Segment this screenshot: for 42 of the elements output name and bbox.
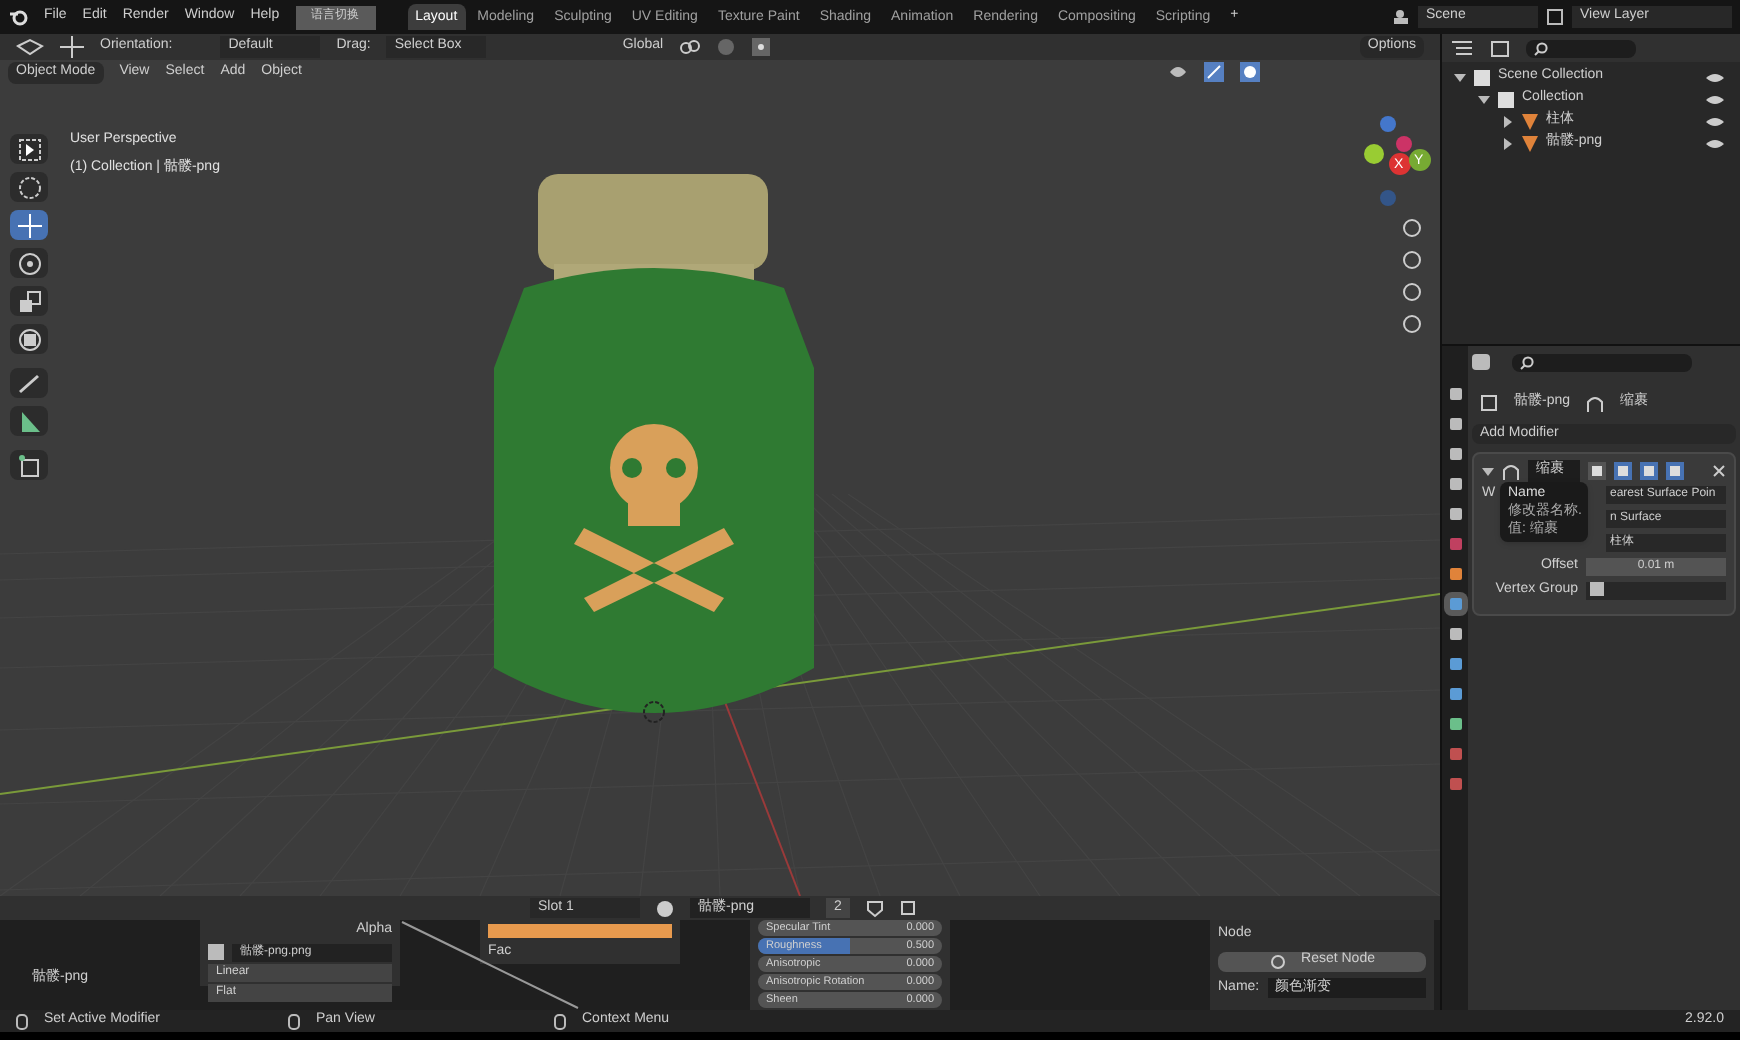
proportional-icon <box>751 38 770 56</box>
search-field[interactable] <box>1526 39 1636 57</box>
add-cube-tool-button[interactable] <box>10 450 48 480</box>
cursor-tool-button[interactable] <box>10 172 48 202</box>
annotate-tool-button[interactable] <box>10 368 48 398</box>
transform-pivot-icon <box>16 38 44 56</box>
transform-tool-button[interactable] <box>10 324 48 354</box>
mouse-icon <box>16 1013 28 1029</box>
select-tool-button[interactable] <box>10 134 48 164</box>
scale-tool-button[interactable] <box>10 286 48 316</box>
cube-icon <box>15 451 43 479</box>
move-tool-button[interactable] <box>10 210 48 240</box>
gizmo-toggle-icon <box>1204 62 1224 82</box>
search-field[interactable] <box>1512 353 1692 371</box>
rotate-tool-button[interactable] <box>10 248 48 278</box>
transform-icon <box>15 325 43 353</box>
move-arrows-icon <box>15 211 43 239</box>
blender-logo-icon <box>8 7 28 27</box>
search-icon <box>1534 41 1548 55</box>
scale-icon <box>15 287 43 315</box>
cursor-icon <box>15 173 43 201</box>
modifier-tab[interactable] <box>1443 592 1467 616</box>
move-arrows-icon <box>60 36 84 58</box>
pencil-line-icon <box>15 369 43 397</box>
shrinkwrap-icon <box>1586 393 1605 411</box>
fake-user-icon <box>865 899 884 917</box>
display-mode-icon <box>1450 39 1474 57</box>
visibility-icon <box>1168 62 1188 82</box>
mouse-icon <box>288 1013 300 1029</box>
material-sphere-icon <box>656 899 674 917</box>
measure-tool-button[interactable] <box>10 406 48 436</box>
rotate-icon <box>15 249 43 277</box>
expand-arrow-icon[interactable] <box>1482 465 1494 477</box>
vertex-group-field[interactable] <box>1586 582 1726 600</box>
mouse-icon <box>554 1013 566 1029</box>
shrinkwrap-icon <box>1502 462 1520 480</box>
close-icon <box>1712 464 1726 478</box>
snap-icon <box>715 38 736 56</box>
overlay-icon <box>1240 62 1260 82</box>
select-box-icon <box>15 135 43 163</box>
link-icon <box>679 38 700 56</box>
search-icon <box>1520 355 1534 369</box>
